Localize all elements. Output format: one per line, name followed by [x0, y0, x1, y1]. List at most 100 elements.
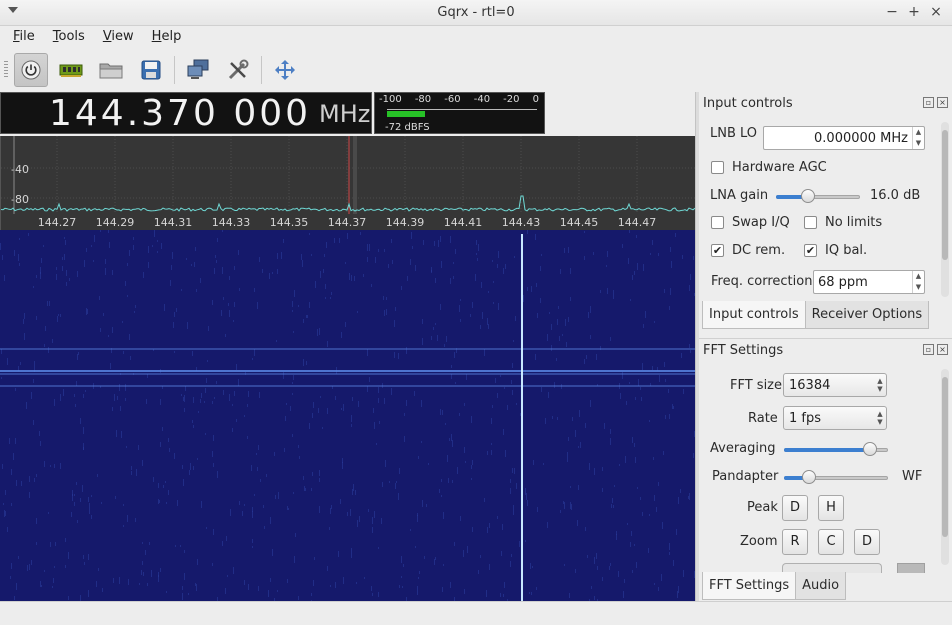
freq-correction-spinbox[interactable]: 68 ppm ▲ ▼: [813, 270, 925, 294]
frequency-value[interactable]: 144.370 000: [49, 93, 311, 135]
toolbar-grip[interactable]: [4, 61, 8, 79]
averaging-slider[interactable]: [784, 441, 888, 457]
waterfall-noise: [590, 400, 591, 407]
peak-hold-button[interactable]: H: [818, 495, 844, 521]
scrollbar-thumb[interactable]: [942, 377, 948, 537]
spectrum-plot[interactable]: 144.27 144.29 144.31 144.33 144.35 144.37 144.…: [0, 136, 695, 230]
waterfall-noise: [83, 394, 84, 398]
waterfall-noise: [584, 256, 585, 260]
waterfall-noise: [242, 511, 243, 516]
lna-gain-slider[interactable]: [776, 188, 860, 204]
tab-audio[interactable]: Audio: [795, 572, 847, 600]
minimize-button[interactable]: −: [884, 3, 900, 21]
zoom-reset-button[interactable]: R: [782, 529, 808, 555]
zoom-center-button[interactable]: C: [818, 529, 844, 555]
waterfall-noise: [189, 470, 190, 475]
waterfall-noise: [2, 255, 3, 260]
waterfall-noise: [18, 556, 19, 559]
fft-size-value: 16384: [789, 377, 831, 393]
menu-tools[interactable]: Tools: [47, 26, 91, 50]
waterfall-noise: [257, 467, 258, 471]
tab-fft-settings[interactable]: FFT Settings: [702, 572, 797, 600]
dc-rem-checkbox[interactable]: ✔ DC rem.: [711, 243, 785, 258]
tab-receiver-options[interactable]: Receiver Options: [804, 301, 930, 329]
freq-correction-label: Freq. correction: [711, 274, 813, 289]
start-dsp-button[interactable]: [14, 53, 48, 87]
checkbox-box[interactable]: [711, 161, 724, 174]
waterfall-noise: [325, 284, 326, 289]
freq-correction-value[interactable]: 68 ppm: [814, 275, 912, 290]
close-button[interactable]: ×: [928, 3, 944, 21]
scrollbar-thumb[interactable]: [942, 130, 948, 260]
waterfall-noise: [525, 540, 526, 542]
rate-combo[interactable]: 1 fps ▲ ▼: [783, 406, 887, 430]
waterfall-noise: [440, 236, 441, 242]
fft-size-combo[interactable]: 16384 ▲ ▼: [783, 373, 887, 397]
menu-view[interactable]: View: [97, 26, 140, 50]
waterfall-noise: [212, 563, 213, 566]
waterfall-noise: [196, 289, 197, 292]
waterfall-noise: [372, 593, 373, 596]
waterfall-noise: [465, 461, 466, 463]
lnb-lo-label: LNB LO: [710, 126, 758, 141]
hardware-agc-checkbox[interactable]: Hardware AGC: [711, 160, 827, 175]
menu-file[interactable]: File: [7, 26, 41, 50]
lnb-lo-spinbox[interactable]: 0.000000 MHz ▲ ▼: [763, 126, 925, 150]
peak-detect-button[interactable]: D: [782, 495, 808, 521]
iq-bal-checkbox[interactable]: ✔ IQ bal.: [804, 243, 867, 258]
dock-close-icon[interactable]: ×: [937, 344, 948, 355]
waterfall-noise: [21, 481, 22, 486]
lnb-lo-value[interactable]: 0.000000 MHz: [764, 131, 912, 146]
zoom-demod-button[interactable]: D: [854, 529, 880, 555]
slider-handle[interactable]: [801, 189, 815, 203]
io-devices-button[interactable]: [54, 53, 88, 87]
no-limits-checkbox[interactable]: No limits: [804, 215, 882, 230]
waterfall-noise: [214, 268, 215, 274]
dock-float-icon[interactable]: ▫: [923, 97, 934, 108]
waterfall-noise: [222, 267, 223, 274]
checkbox-box[interactable]: [711, 216, 724, 229]
dock-float-icon[interactable]: ▫: [923, 344, 934, 355]
waterfall-noise: [85, 390, 86, 392]
load-settings-button[interactable]: [94, 53, 128, 87]
waterfall-noise: [234, 266, 235, 270]
waterfall-noise: [158, 499, 159, 504]
swap-iq-checkbox[interactable]: Swap I/Q: [711, 215, 790, 230]
waterfall-noise: [19, 263, 20, 266]
color-picker-button[interactable]: [897, 563, 925, 573]
waterfall-noise: [99, 296, 100, 300]
waterfall-noise: [184, 395, 185, 402]
waterfall-noise: [14, 250, 15, 256]
menu-help[interactable]: Help: [146, 26, 188, 50]
waterfall-noise: [145, 550, 146, 555]
waterfall-noise: [596, 354, 597, 360]
pandapter-wf-split-slider[interactable]: [784, 469, 888, 485]
waterfall-noise: [567, 457, 568, 462]
checkbox-box[interactable]: ✔: [711, 244, 724, 257]
dock-close-icon[interactable]: ×: [937, 97, 948, 108]
waterfall-display[interactable]: [0, 230, 695, 601]
waterfall-noise: [110, 363, 111, 369]
waterfall-noise: [52, 586, 53, 588]
slider-handle[interactable]: [802, 470, 816, 484]
checkbox-box[interactable]: [804, 216, 817, 229]
fft-settings-scrollbar[interactable]: [941, 369, 949, 565]
spin-arrows-icon[interactable]: ▲ ▼: [912, 127, 924, 149]
slider-handle[interactable]: [863, 442, 877, 456]
spin-arrows-icon[interactable]: ▲ ▼: [912, 271, 924, 293]
waterfall-noise: [452, 440, 453, 447]
maximize-button[interactable]: +: [906, 3, 922, 21]
input-controls-scrollbar[interactable]: [941, 122, 949, 297]
tab-input-controls[interactable]: Input controls: [702, 301, 806, 329]
waterfall-noise: [665, 415, 666, 419]
checkbox-box[interactable]: ✔: [804, 244, 817, 257]
waterfall-noise: [632, 437, 633, 443]
frequency-display[interactable]: 144.370 000 MHz: [0, 92, 372, 134]
save-settings-button[interactable]: [134, 53, 168, 87]
configure-button[interactable]: [221, 53, 255, 87]
remote-control-button[interactable]: [181, 53, 215, 87]
waterfall-noise: [153, 477, 154, 482]
fullscreen-button[interactable]: [268, 53, 302, 87]
save-icon: [141, 60, 161, 80]
waterfall-noise: [91, 495, 92, 497]
